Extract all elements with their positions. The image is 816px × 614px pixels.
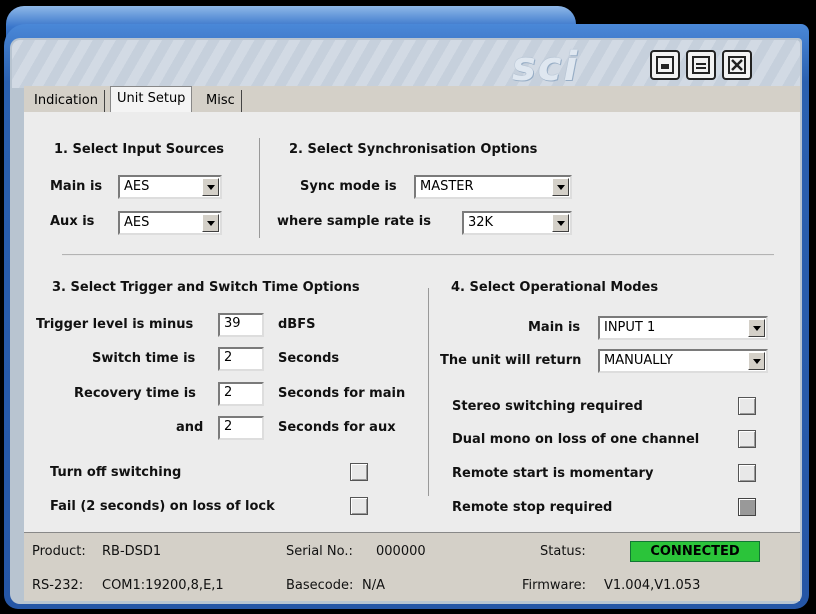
trigger-level-label: Trigger level is minus xyxy=(36,317,194,332)
recovery-aux-input[interactable]: 2 xyxy=(218,416,264,440)
section1-heading: 1. Select Input Sources xyxy=(54,142,225,157)
sample-rate-value: 32K xyxy=(468,215,494,230)
main-input-label: Main is xyxy=(50,179,103,194)
sample-rate-label: where sample rate is xyxy=(277,214,431,229)
main-input-value: AES xyxy=(124,179,150,194)
section-divider xyxy=(428,288,429,496)
rs232-value: COM1:19200,8,E,1 xyxy=(102,578,224,593)
rs232-label: RS-232: xyxy=(32,578,84,593)
unit-return-label: The unit will return xyxy=(440,353,582,368)
main-input-select[interactable]: AES xyxy=(118,175,222,199)
tab-unit-setup[interactable]: Unit Setup xyxy=(110,86,193,113)
fail-loss-of-lock-label: Fail (2 seconds) on loss of lock xyxy=(50,499,275,514)
dual-mono-label: Dual mono on loss of one channel xyxy=(452,432,700,447)
minimize-button[interactable] xyxy=(650,50,680,80)
recovery-main-input[interactable]: 2 xyxy=(218,382,264,406)
chevron-down-icon[interactable] xyxy=(748,352,765,370)
and-label: and xyxy=(176,420,204,435)
title-bar[interactable] xyxy=(12,40,800,88)
minimize-icon xyxy=(656,56,674,74)
recovery-time-label: Recovery time is xyxy=(74,386,196,401)
trigger-unit-label: dBFS xyxy=(278,317,316,332)
unit-return-value: MANUALLY xyxy=(604,353,673,368)
firmware-label: Firmware: xyxy=(522,578,586,593)
turn-off-switching-label: Turn off switching xyxy=(50,465,182,480)
turn-off-switching-checkbox[interactable] xyxy=(350,463,368,481)
status-label: Status: xyxy=(540,544,586,559)
sync-mode-value: MASTER xyxy=(420,179,474,194)
main-mode-label: Main is xyxy=(528,320,581,335)
fail-loss-of-lock-checkbox[interactable] xyxy=(350,497,368,515)
serial-value: 000000 xyxy=(376,544,426,559)
section2-heading: 2. Select Synchronisation Options xyxy=(289,142,538,157)
serial-label: Serial No.: xyxy=(286,544,353,559)
recovery-aux-unit: Seconds for aux xyxy=(278,420,396,435)
switch-time-input[interactable]: 2 xyxy=(218,347,264,371)
status-badge: CONNECTED xyxy=(630,541,760,562)
basecode-value: N/A xyxy=(362,578,385,593)
close-icon xyxy=(728,56,746,74)
unit-return-select[interactable]: MANUALLY xyxy=(598,349,768,373)
maximize-icon xyxy=(692,56,710,74)
switch-time-unit: Seconds xyxy=(278,351,340,366)
sync-mode-label: Sync mode is xyxy=(300,179,397,194)
recovery-main-unit: Seconds for main xyxy=(278,386,406,401)
remote-start-label: Remote start is momentary xyxy=(452,466,654,481)
sample-rate-select[interactable]: 32K xyxy=(462,211,572,235)
remote-start-checkbox[interactable] xyxy=(738,464,756,482)
chevron-down-icon[interactable] xyxy=(748,319,765,337)
stereo-switching-checkbox[interactable] xyxy=(738,397,756,415)
aux-input-label: Aux is xyxy=(50,214,95,229)
chevron-down-icon[interactable] xyxy=(202,178,219,196)
aux-input-value: AES xyxy=(124,215,150,230)
firmware-value: V1.004,V1.053 xyxy=(604,578,701,593)
basecode-label: Basecode: xyxy=(286,578,354,593)
chevron-down-icon[interactable] xyxy=(552,214,569,232)
chevron-down-icon[interactable] xyxy=(552,178,569,196)
tab-misc[interactable]: Misc xyxy=(200,90,242,112)
remote-stop-checkbox[interactable] xyxy=(738,498,756,516)
product-value: RB-DSD1 xyxy=(102,544,162,559)
section-divider xyxy=(259,138,260,238)
switch-time-label: Switch time is xyxy=(92,351,196,366)
main-mode-value: INPUT 1 xyxy=(604,320,656,335)
stereo-switching-label: Stereo switching required xyxy=(452,399,643,414)
product-label: Product: xyxy=(32,544,86,559)
tab-indication[interactable]: Indication xyxy=(28,90,105,112)
close-button[interactable] xyxy=(722,50,752,80)
remote-stop-label: Remote stop required xyxy=(452,500,613,515)
sync-mode-select[interactable]: MASTER xyxy=(414,175,572,199)
dual-mono-checkbox[interactable] xyxy=(738,430,756,448)
aux-input-select[interactable]: AES xyxy=(118,211,222,235)
horizontal-divider xyxy=(62,254,774,256)
maximize-button[interactable] xyxy=(686,50,716,80)
section4-heading: 4. Select Operational Modes xyxy=(451,280,659,295)
trigger-level-input[interactable]: 39 xyxy=(218,313,264,337)
chevron-down-icon[interactable] xyxy=(202,214,219,232)
main-mode-select[interactable]: INPUT 1 xyxy=(598,316,768,340)
section3-heading: 3. Select Trigger and Switch Time Option… xyxy=(52,280,360,295)
sci-logo: sci xyxy=(512,44,580,90)
